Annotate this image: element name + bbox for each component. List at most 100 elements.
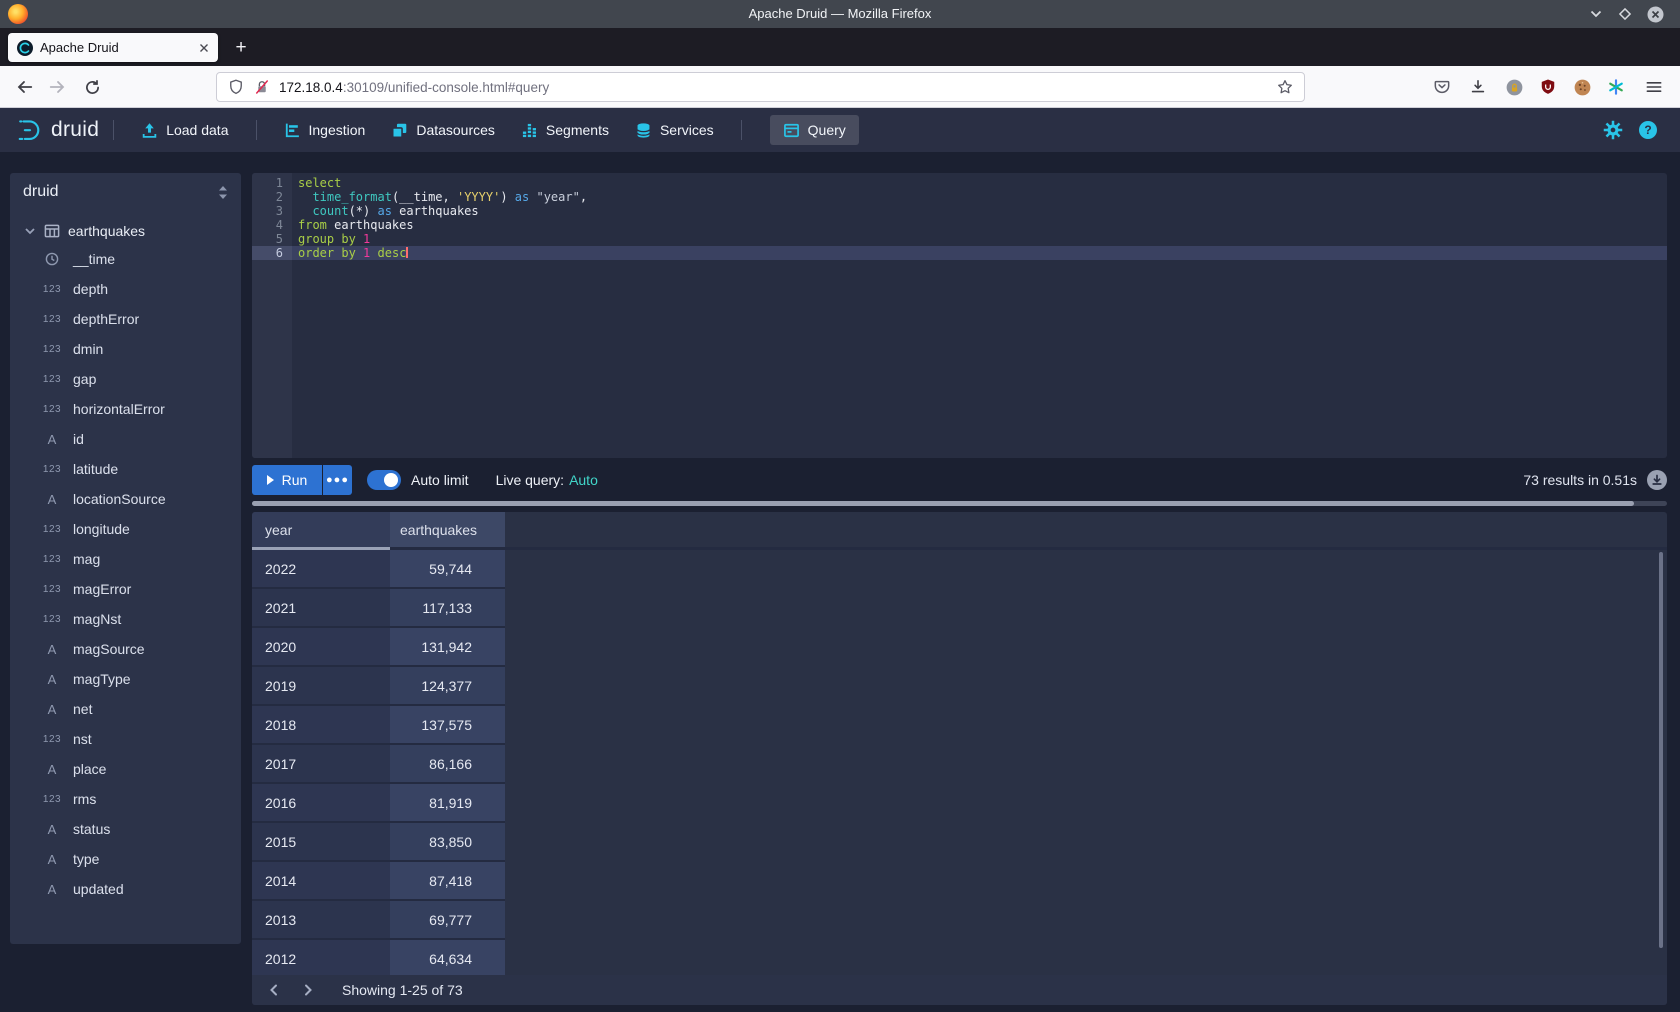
code-line-2[interactable]: time_format(__time, 'YYYY') as "year", xyxy=(292,190,1667,204)
editor-code[interactable]: select time_format(__time, 'YYYY') as "y… xyxy=(292,176,1667,260)
forward-button[interactable] xyxy=(46,75,70,99)
query-view: druid earthquakes __time123depth123depth… xyxy=(0,152,1680,1012)
sidebar-column-place[interactable]: Aplace xyxy=(10,754,241,784)
cell-year[interactable]: 2013 xyxy=(252,901,390,940)
chevron-down-icon[interactable] xyxy=(24,225,36,237)
cell-year[interactable]: 2016 xyxy=(252,784,390,823)
tab-close-icon[interactable] xyxy=(199,43,209,53)
next-page-icon[interactable] xyxy=(300,982,316,998)
sidebar-column-updated[interactable]: Aupdated xyxy=(10,874,241,904)
sidebar-column-magType[interactable]: AmagType xyxy=(10,664,241,694)
nav-query[interactable]: Query xyxy=(770,115,859,145)
sidebar-column-gap[interactable]: 123gap xyxy=(10,364,241,394)
help-icon[interactable]: ? xyxy=(1638,120,1658,140)
cell-earthquakes[interactable]: 81,919 xyxy=(390,784,505,823)
cell-year[interactable]: 2014 xyxy=(252,862,390,901)
sidebar-column-magSource[interactable]: AmagSource xyxy=(10,634,241,664)
cell-earthquakes[interactable]: 64,634 xyxy=(390,940,505,979)
auto-limit-toggle[interactable] xyxy=(367,470,401,490)
live-query-value[interactable]: Auto xyxy=(569,472,598,488)
url-bar[interactable]: 172.18.0.4:30109/unified-console.html#qu… xyxy=(216,72,1305,102)
nav-segments[interactable]: Segments xyxy=(508,108,622,152)
cell-year[interactable]: 2017 xyxy=(252,745,390,784)
double-caret-icon[interactable] xyxy=(218,185,228,200)
reload-button[interactable] xyxy=(80,75,104,99)
nav-load-data[interactable]: Load data xyxy=(128,108,241,152)
column-header-year[interactable]: year xyxy=(252,512,390,550)
cell-year[interactable]: 2020 xyxy=(252,628,390,667)
column-label: gap xyxy=(73,371,96,387)
sidebar-column-type[interactable]: Atype xyxy=(10,844,241,874)
previous-page-icon[interactable] xyxy=(266,982,282,998)
sidebar-column-dmin[interactable]: 123dmin xyxy=(10,334,241,364)
schema-selector[interactable]: druid xyxy=(10,173,241,211)
sidebar-column-mag[interactable]: 123mag xyxy=(10,544,241,574)
cell-earthquakes[interactable]: 131,942 xyxy=(390,628,505,667)
tracking-shield-icon[interactable] xyxy=(227,78,245,96)
cell-earthquakes[interactable]: 124,377 xyxy=(390,667,505,706)
horizontal-scrollbar-thumb[interactable] xyxy=(252,501,1634,506)
cell-year[interactable]: 2022 xyxy=(252,550,390,589)
new-tab-button[interactable]: + xyxy=(228,35,254,61)
cell-year[interactable]: 2019 xyxy=(252,667,390,706)
sidebar-column-locationSource[interactable]: AlocationSource xyxy=(10,484,241,514)
druid-brand[interactable]: druid xyxy=(16,116,99,144)
cell-year[interactable]: 2015 xyxy=(252,823,390,862)
extension-cookie-icon[interactable] xyxy=(1570,75,1594,99)
window-close-icon[interactable] xyxy=(1647,6,1664,23)
sidebar-column-status[interactable]: Astatus xyxy=(10,814,241,844)
settings-gear-icon[interactable] xyxy=(1603,120,1623,140)
sidebar-column-magNst[interactable]: 123magNst xyxy=(10,604,241,634)
cell-earthquakes[interactable]: 83,850 xyxy=(390,823,505,862)
run-button[interactable]: Run xyxy=(252,465,322,495)
sidebar-column-depthError[interactable]: 123depthError xyxy=(10,304,241,334)
cell-earthquakes[interactable]: 117,133 xyxy=(390,589,505,628)
table-earthquakes[interactable]: earthquakes xyxy=(10,216,241,246)
cell-earthquakes[interactable]: 59,744 xyxy=(390,550,505,589)
pocket-icon[interactable] xyxy=(1430,75,1454,99)
code-line-5[interactable]: group by 1 xyxy=(292,232,1667,246)
menu-hamburger-icon[interactable] xyxy=(1642,75,1666,99)
sidebar-column-rms[interactable]: 123rms xyxy=(10,784,241,814)
sidebar-column-longitude[interactable]: 123longitude xyxy=(10,514,241,544)
window-minimize-icon[interactable] xyxy=(1589,7,1603,21)
sidebar-column-depth[interactable]: 123depth xyxy=(10,274,241,304)
extension-ublock-icon[interactable] xyxy=(1536,75,1560,99)
sidebar-column-latitude[interactable]: 123latitude xyxy=(10,454,241,484)
extension-privacy-icon[interactable] xyxy=(1502,75,1526,99)
bookmark-star-icon[interactable] xyxy=(1276,78,1294,96)
cell-year[interactable]: 2021 xyxy=(252,589,390,628)
cell-year[interactable]: 2012 xyxy=(252,940,390,979)
url-text[interactable]: 172.18.0.4:30109/unified-console.html#qu… xyxy=(279,80,1268,95)
cell-earthquakes[interactable]: 86,166 xyxy=(390,745,505,784)
sidebar-column-__time[interactable]: __time xyxy=(10,244,241,274)
column-header-earthquakes[interactable]: earthquakes xyxy=(390,512,505,550)
cell-earthquakes[interactable]: 69,777 xyxy=(390,901,505,940)
extension-pinwheel-icon[interactable] xyxy=(1604,75,1628,99)
code-line-4[interactable]: from earthquakes xyxy=(292,218,1667,232)
nav-services[interactable]: Services xyxy=(622,108,727,152)
download-results-icon[interactable] xyxy=(1647,470,1667,490)
nav-ingestion[interactable]: Ingestion xyxy=(271,108,379,152)
horizontal-scrollbar[interactable] xyxy=(252,501,1667,506)
sidebar-column-id[interactable]: Aid xyxy=(10,424,241,454)
insecure-lock-icon[interactable] xyxy=(253,78,271,96)
code-line-6[interactable]: order by 1 desc xyxy=(292,246,1667,260)
sidebar-column-nst[interactable]: 123nst xyxy=(10,724,241,754)
back-button[interactable] xyxy=(12,75,36,99)
cell-earthquakes[interactable]: 137,575 xyxy=(390,706,505,745)
sidebar-column-horizontalError[interactable]: 123horizontalError xyxy=(10,394,241,424)
nav-datasources[interactable]: Datasources xyxy=(378,108,508,152)
vertical-scrollbar[interactable] xyxy=(1659,552,1663,948)
code-line-3[interactable]: count(*) as earthquakes xyxy=(292,204,1667,218)
downloads-icon[interactable] xyxy=(1466,75,1490,99)
browser-tab[interactable]: Apache Druid xyxy=(8,33,218,62)
cell-year[interactable]: 2018 xyxy=(252,706,390,745)
sidebar-column-magError[interactable]: 123magError xyxy=(10,574,241,604)
code-line-1[interactable]: select xyxy=(292,176,1667,190)
cell-earthquakes[interactable]: 87,418 xyxy=(390,862,505,901)
sidebar-column-net[interactable]: Anet xyxy=(10,694,241,724)
window-maximize-icon[interactable] xyxy=(1618,7,1632,21)
sql-editor[interactable]: 123456 select time_format(__time, 'YYYY'… xyxy=(252,173,1667,458)
run-options-button[interactable]: ●●● xyxy=(323,465,352,495)
